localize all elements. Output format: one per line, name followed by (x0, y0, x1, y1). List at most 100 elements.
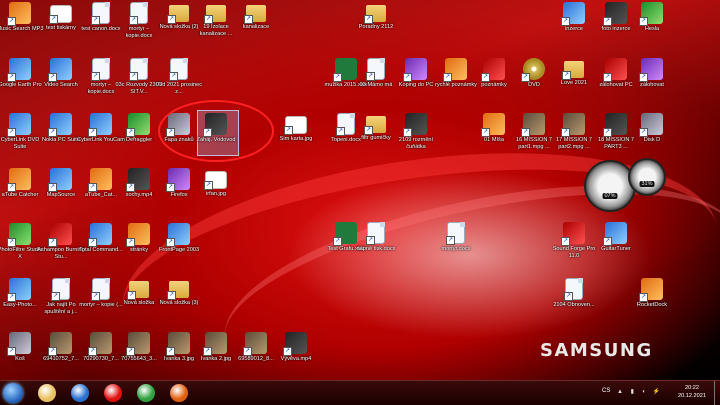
youcam-icon: ↗ (88, 113, 112, 137)
video-file-icon: ↗ (521, 113, 545, 137)
shortcut-arrow-icon: ↗ (562, 71, 571, 80)
shortcut-arrow-icon: ↗ (284, 126, 293, 135)
desktop-icon-label: Love 2021 (560, 80, 588, 86)
shortcut-arrow-icon: ↗ (48, 128, 57, 137)
language-indicator[interactable]: CS (602, 388, 610, 394)
desktop-icon[interactable]: ↗ RocketDock (628, 278, 676, 309)
red-annotation-circle (158, 100, 274, 162)
desktop-icon[interactable]: ↗ nápně tisk.docx (352, 222, 400, 253)
shortcut-arrow-icon: ↗ (403, 128, 412, 137)
folder-icon: ↗ (167, 281, 189, 300)
image-icon: ↗ (48, 332, 72, 356)
notes-icon: ↗ (481, 58, 505, 82)
show-desktop-button[interactable] (714, 381, 720, 405)
backup-icon: ↗ (603, 58, 627, 82)
video-file-icon: ↗ (603, 113, 627, 137)
shortcut-arrow-icon: ↗ (167, 15, 176, 24)
folder-icon: ↗ (167, 5, 189, 24)
desktop-icon-label: irfan.jpg (206, 191, 226, 197)
shortcut-arrow-icon: ↗ (564, 292, 573, 301)
desktop-icon-label: Nová složka (3) (159, 300, 199, 306)
shortcut-arrow-icon: ↗ (91, 16, 100, 25)
total-commander-icon: ↗ (88, 223, 112, 247)
shortcut-arrow-icon: ↗ (7, 128, 16, 137)
desktop-icon[interactable]: ↗ kanalizace (232, 2, 280, 31)
shortcut-arrow-icon: ↗ (244, 15, 253, 24)
atube-catcher-icon: ↗ (7, 168, 31, 192)
folder-icon: ↗ (364, 5, 386, 24)
frontpage-icon: ↗ (166, 223, 190, 247)
desktop-icon[interactable]: ↗ inzerce (550, 2, 598, 33)
desktop-icon-label: inzerce (564, 26, 584, 32)
desktop-icon[interactable]: ↗ irfan.jpg (192, 168, 240, 198)
explorer-folder-icon[interactable] (38, 384, 56, 402)
clock[interactable]: 20:22 20.12.2021 (672, 384, 712, 400)
desktop-icon[interactable]: ↗ 03d 2021 prosinec z... (155, 58, 203, 95)
shortcut-arrow-icon: ↗ (91, 72, 100, 81)
shortcut-arrow-icon: ↗ (336, 127, 345, 136)
desktop-icon-label: RocketDock (636, 302, 668, 308)
shortcut-arrow-icon: ↗ (403, 73, 412, 82)
cpu-gauge-widget[interactable]: 07% (584, 160, 636, 212)
firefox-icon: ↗ (166, 168, 190, 192)
shortcut-arrow-icon: ↗ (49, 15, 58, 24)
nokia-suite-icon: ↗ (48, 113, 72, 137)
drive-icon: ↗ (639, 113, 663, 137)
desktop-icon-label: GuitarTuner (601, 246, 631, 252)
start-button[interactable] (3, 383, 23, 403)
taskbar: CS ▲ ▮ ◖ ⚡ 20:22 20.12.2021 (0, 380, 720, 405)
recycle-bin-icon: ↗ (7, 332, 31, 356)
video-search-icon: ↗ (48, 58, 72, 82)
word-doc-icon: ↗ (129, 58, 148, 81)
desktop-icon[interactable]: ↗ mortyr.docx (432, 222, 480, 253)
desktop-icon[interactable]: ↗ Sim karta.jpg (272, 113, 320, 143)
desktop-icon[interactable]: ↗ Vývěva.mp4 (272, 332, 320, 363)
shortcut-arrow-icon: ↗ (48, 183, 57, 192)
video-file-icon: ↗ (561, 113, 585, 137)
desktop-icon[interactable]: ↗ zálohovat (628, 58, 676, 89)
desktop-icon[interactable]: ↗ Hesla (628, 2, 676, 33)
shortcut-arrow-icon: ↗ (166, 347, 175, 356)
defraggler-icon: ↗ (126, 113, 150, 137)
desktop-icon[interactable]: ↗ 2109 rozmění čuňátka (392, 113, 440, 150)
video-file-icon: ↗ (283, 332, 307, 356)
desktop-icon[interactable]: ↗ Love 2021 (550, 58, 598, 87)
opera-icon[interactable] (104, 384, 122, 402)
shortcut-arrow-icon: ↗ (7, 347, 16, 356)
shortcut-arrow-icon: ↗ (364, 126, 373, 135)
desktop-icon[interactable]: ↗ Disk D (628, 113, 676, 144)
shortcut-arrow-icon: ↗ (639, 17, 648, 26)
backup-icon: ↗ (639, 58, 663, 82)
shortcut-arrow-icon: ↗ (333, 73, 342, 82)
easy-photo-icon: ↗ (7, 278, 31, 302)
clock-date: 20.12.2021 (678, 393, 706, 399)
camera-icon: ↗ (603, 2, 627, 26)
desktop-icon[interactable]: ↗ Poradny 2112 (352, 2, 400, 31)
image-icon: ↗ (88, 332, 112, 356)
tray-icons[interactable]: ▲ ▮ ◖ ⚡ (617, 388, 663, 395)
shortcut-arrow-icon: ↗ (88, 347, 97, 356)
desktop-icon[interactable]: ↗ GuitarTuner (592, 222, 640, 253)
desktop-icon[interactable]: ↗ 17 MISSION 7 part2.mpg ... (550, 113, 598, 150)
guitar-tuner-icon: ↗ (603, 222, 627, 246)
chrome-icon[interactable] (137, 384, 155, 402)
dvd-icon: ↗ (521, 58, 545, 82)
inzerce-icon: ↗ (561, 2, 585, 26)
desktop-icon[interactable]: ↗ 2104 Obnoven... (550, 278, 598, 309)
ram-gauge-widget[interactable]: 31% (628, 158, 666, 196)
desktop-icon[interactable]: ↗ FrontPage 2003 (155, 223, 203, 254)
google-earth-icon: ↗ (7, 58, 31, 82)
samsung-logo: SAMSUNG (540, 340, 653, 361)
image-icon: ↗ (203, 332, 227, 356)
desktop[interactable]: ↗ Music Search MP3 ↗ Google Earth Pro ↗ Cyber… (0, 0, 720, 380)
desktop-icon-label: Poradny 2112 (358, 24, 394, 30)
shortcut-arrow-icon: ↗ (88, 238, 97, 247)
shortcut-arrow-icon: ↗ (126, 347, 135, 356)
desktop-icon[interactable]: ↗ Nová složka (3) (155, 278, 203, 307)
sticky-note-icon: ↗ (443, 58, 467, 82)
desktop-icon[interactable]: ↗ Sound Forge Pro 11.0 (550, 222, 598, 259)
desktop-icon-label: Vývěva.mp4 (280, 356, 312, 362)
image-icon: ↗ (204, 171, 227, 190)
firefox-icon[interactable] (170, 384, 188, 402)
outlook-icon[interactable] (71, 384, 89, 402)
